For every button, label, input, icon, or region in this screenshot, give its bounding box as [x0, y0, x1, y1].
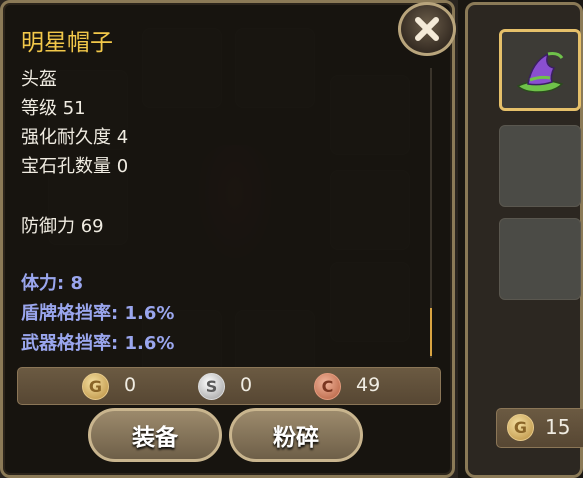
item-type: 头盔 [21, 69, 57, 90]
item-level: 等级 51 [21, 98, 86, 119]
scrollbar-thumb[interactable] [430, 308, 432, 356]
close-button[interactable] [398, 2, 456, 56]
copper-amount: 49 [356, 374, 381, 396]
gold-coin-icon: G [507, 414, 534, 441]
smash-button[interactable]: 粉碎 [229, 408, 363, 462]
item-name: 明星帽子 [21, 30, 113, 56]
silver-amount: 0 [240, 374, 253, 396]
bag-slot[interactable] [499, 125, 581, 207]
bonus-stat: 体力: 8 [21, 273, 83, 294]
bonus-stat: 武器格挡率: 1.6% [21, 333, 175, 354]
item-durability: 强化耐久度 4 [21, 127, 129, 148]
bag-slot[interactable] [499, 218, 581, 300]
sell-price-bar: G 0 S 0 C 49 [17, 367, 441, 405]
silver-coin-icon: S [198, 373, 225, 400]
wizard-hat-icon [516, 52, 564, 93]
bag-slot-selected[interactable] [499, 29, 581, 111]
item-tooltip: 明星帽子 头盔 等级 51 强化耐久度 4 宝石孔数量 0 防御力 69 体力:… [0, 0, 455, 478]
gold-amount: 0 [124, 374, 137, 396]
close-icon [415, 17, 439, 41]
bag-panel [465, 2, 583, 478]
bonus-stat: 盾牌格挡率: 1.6% [21, 303, 175, 324]
copper-coin-icon: C [314, 373, 341, 400]
equip-button[interactable]: 装备 [88, 408, 222, 462]
player-gold-amount: 15 [545, 415, 571, 439]
tooltip-scrollbar[interactable] [430, 68, 432, 358]
item-gem-slots: 宝石孔数量 0 [21, 156, 129, 177]
item-defense: 防御力 69 [21, 216, 104, 237]
player-gold-bar: G 15 [496, 408, 583, 448]
gold-coin-icon: G [82, 373, 109, 400]
